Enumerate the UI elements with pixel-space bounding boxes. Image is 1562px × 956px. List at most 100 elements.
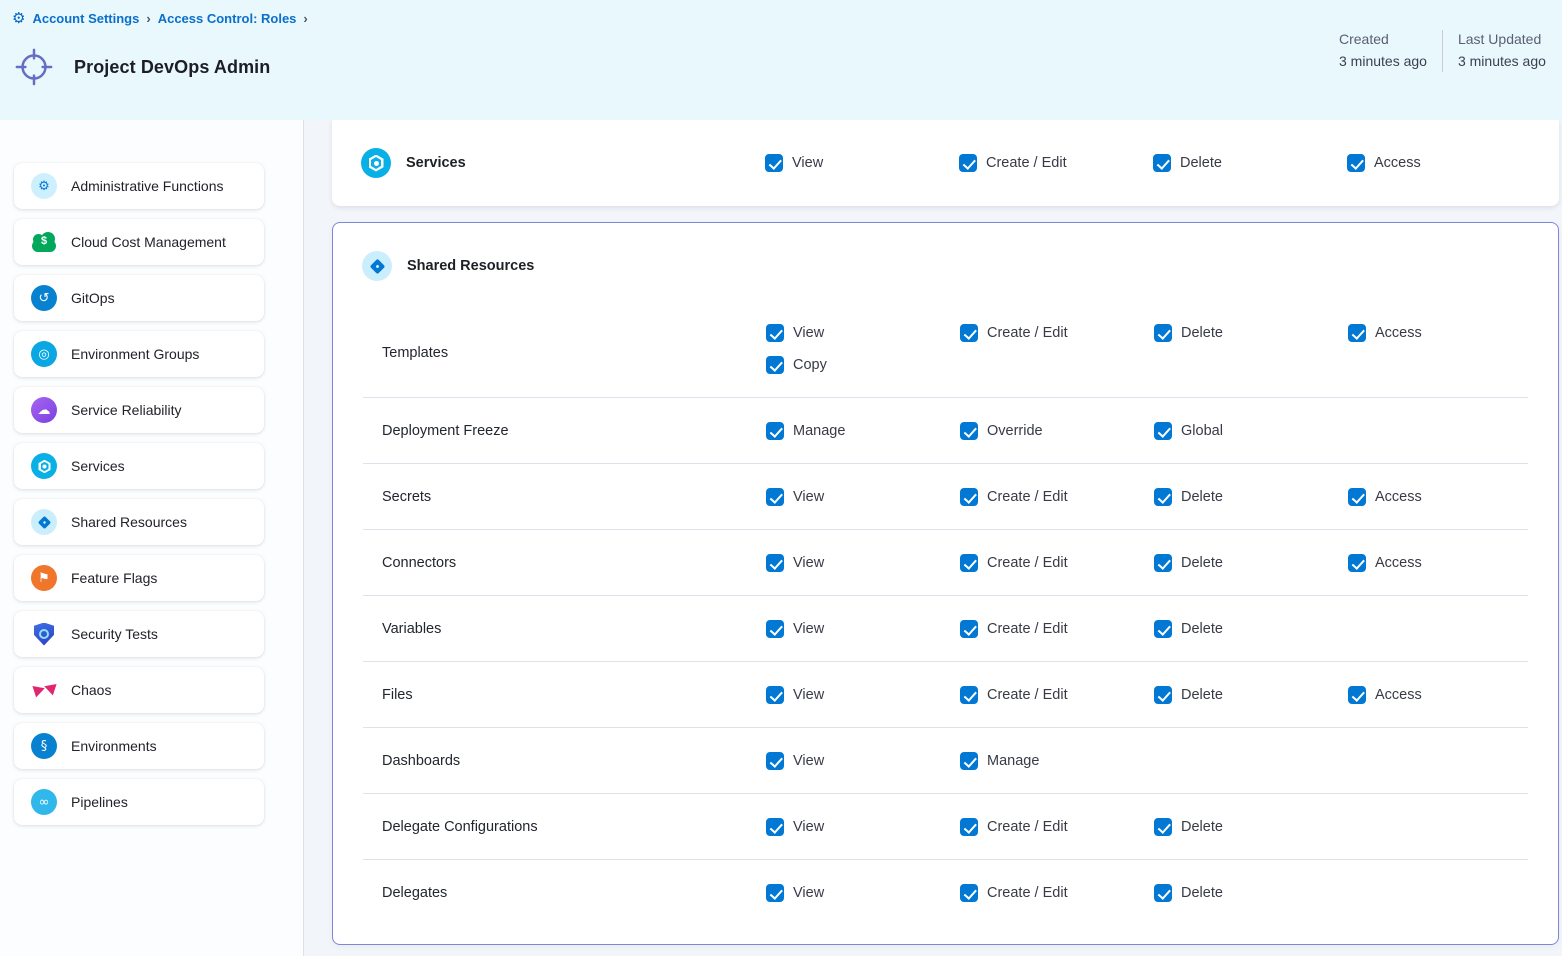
permission-item: Create / Edit	[960, 818, 1154, 836]
page-header: ⚙ Account Settings › Access Control: Rol…	[0, 0, 1562, 120]
sidebar-item-shared-resources[interactable]: Shared Resources	[14, 499, 264, 545]
permission-cell: View	[766, 818, 960, 836]
checkbox[interactable]	[766, 356, 784, 374]
permission-item: View	[766, 686, 960, 704]
permission-cell: Create / Edit	[960, 884, 1154, 902]
permission-label: Delete	[1181, 819, 1223, 835]
sidebar-item-chaos[interactable]: Chaos	[14, 667, 264, 713]
checkbox[interactable]	[1154, 884, 1172, 902]
permission-label: Delete	[1181, 489, 1223, 505]
permission-label: Access	[1375, 325, 1422, 341]
resource-label: Delegate Configurations	[363, 819, 766, 835]
permission-item: Delete	[1154, 686, 1348, 704]
checkbox[interactable]	[960, 818, 978, 836]
checkbox[interactable]	[1348, 324, 1366, 342]
permission-label: Delete	[1181, 325, 1223, 341]
environment-groups-icon: ◎	[31, 341, 57, 367]
checkbox[interactable]	[960, 620, 978, 638]
sidebar-item-label: Security Tests	[71, 626, 158, 642]
sidebar-item-cloud-cost-management[interactable]: $ Cloud Cost Management	[14, 219, 264, 265]
permission-cell: View	[766, 752, 960, 770]
permission-row: Deployment FreezeManageOverrideGlobal	[363, 397, 1528, 463]
checkbox[interactable]	[1348, 686, 1366, 704]
permission-label: Create / Edit	[987, 489, 1068, 505]
meta-panel: Created 3 minutes ago Last Updated 3 min…	[1339, 29, 1546, 72]
checkbox[interactable]	[1154, 422, 1172, 440]
sidebar-item-services[interactable]: Services	[14, 443, 264, 489]
permission-item: Delete	[1154, 818, 1348, 836]
checkbox[interactable]	[960, 884, 978, 902]
breadcrumb-account-settings[interactable]: Account Settings	[32, 11, 139, 26]
permission-item: View	[766, 818, 960, 836]
checkbox[interactable]	[766, 884, 784, 902]
checkbox[interactable]	[1154, 488, 1172, 506]
permission-label: Create / Edit	[987, 621, 1068, 637]
checkbox[interactable]	[1154, 818, 1172, 836]
permission-item: Global	[1154, 422, 1348, 440]
breadcrumb-access-control-roles[interactable]: Access Control: Roles	[158, 11, 297, 26]
checkbox[interactable]	[960, 686, 978, 704]
checkbox[interactable]	[766, 488, 784, 506]
sidebar-item-administrative-functions[interactable]: ⚙Administrative Functions	[14, 163, 264, 209]
sidebar-item-service-reliability[interactable]: ☁Service Reliability	[14, 387, 264, 433]
permission-label: Create / Edit	[987, 555, 1068, 571]
permission-label: View	[793, 621, 824, 637]
checkbox[interactable]	[1348, 554, 1366, 572]
sidebar-item-environments[interactable]: §Environments	[14, 723, 264, 769]
checkbox[interactable]	[766, 752, 784, 770]
resource-label: Deployment Freeze	[363, 423, 766, 439]
checkbox[interactable]	[959, 154, 977, 172]
permission-row: TemplatesViewCopyCreate / EditDeleteAcce…	[363, 309, 1528, 397]
permission-cell: Manage	[960, 752, 1154, 770]
checkbox[interactable]	[1153, 154, 1171, 172]
checkbox[interactable]	[766, 818, 784, 836]
permission-cell: Delete	[1154, 554, 1348, 572]
permission-item: Override	[960, 422, 1154, 440]
sidebar-item-label: Cloud Cost Management	[71, 234, 226, 250]
permission-item: View	[766, 620, 960, 638]
checkbox[interactable]	[766, 686, 784, 704]
services-section-icon	[361, 148, 391, 178]
sidebar-item-pipelines[interactable]: ∞Pipelines	[14, 779, 264, 825]
admin-functions-gear-icon: ⚙	[31, 173, 57, 199]
breadcrumb-separator-icon: ›	[146, 11, 150, 26]
permission-item: Delete	[1154, 620, 1348, 638]
checkbox[interactable]	[766, 422, 784, 440]
checkbox[interactable]	[1154, 686, 1172, 704]
checkbox[interactable]	[1348, 488, 1366, 506]
sidebar-list: ⚙Administrative Functions $ Cloud Cost Man…	[14, 163, 303, 825]
permission-label: View	[793, 489, 824, 505]
resource-label: Templates	[363, 345, 766, 361]
checkbox[interactable]	[1154, 620, 1172, 638]
checkbox[interactable]	[766, 620, 784, 638]
permission-item: Create / Edit	[960, 488, 1154, 506]
checkbox[interactable]	[1154, 554, 1172, 572]
gitops-icon: ↺	[31, 285, 57, 311]
permission-cell: View	[766, 554, 960, 572]
checkbox[interactable]	[960, 488, 978, 506]
sidebar-item-feature-flags[interactable]: ⚑Feature Flags	[14, 555, 264, 601]
checkbox[interactable]	[766, 324, 784, 342]
checkbox[interactable]	[765, 154, 783, 172]
chaos-icon	[31, 679, 57, 701]
sidebar-item-gitops[interactable]: ↺GitOps	[14, 275, 264, 321]
permission-label: Access	[1375, 687, 1422, 703]
cloud-cost-cloud-dollar-icon: $	[31, 232, 57, 252]
permission-item: Manage	[960, 752, 1154, 770]
permission-item: Manage	[766, 422, 960, 440]
services-permission-cell: View	[765, 154, 959, 172]
sidebar-item-environment-groups[interactable]: ◎Environment Groups	[14, 331, 264, 377]
checkbox[interactable]	[960, 752, 978, 770]
shared-resources-section-icon	[362, 251, 392, 281]
checkbox[interactable]	[1154, 324, 1172, 342]
permission-cell: View	[766, 884, 960, 902]
checkbox[interactable]	[960, 554, 978, 572]
permission-cell: Access	[1348, 554, 1528, 572]
checkbox[interactable]	[1347, 154, 1365, 172]
permission-label: Create / Edit	[987, 819, 1068, 835]
checkbox[interactable]	[960, 422, 978, 440]
permission-row: DelegatesViewCreate / EditDelete	[363, 859, 1528, 925]
sidebar-item-security-tests[interactable]: Security Tests	[14, 611, 264, 657]
checkbox[interactable]	[960, 324, 978, 342]
checkbox[interactable]	[766, 554, 784, 572]
